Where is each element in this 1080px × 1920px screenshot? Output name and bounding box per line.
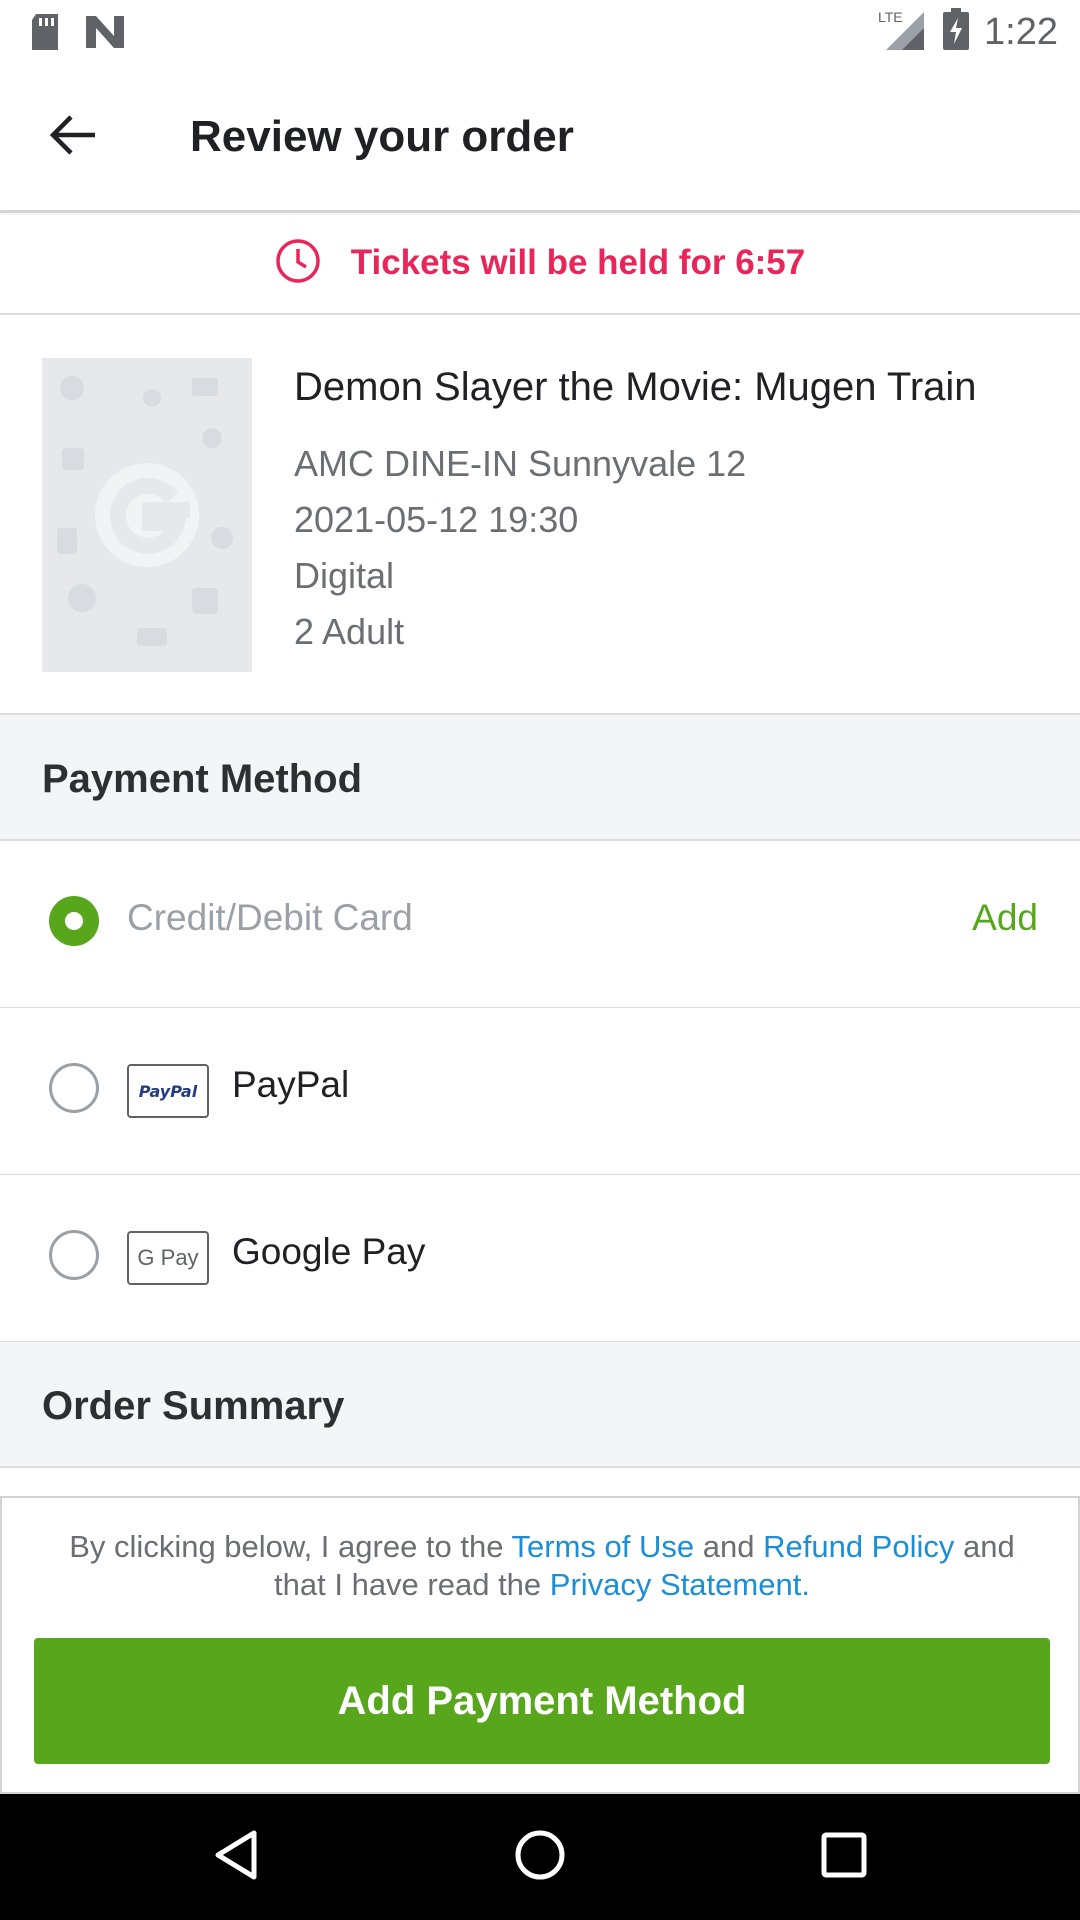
card-radio[interactable] (49, 896, 99, 946)
paypal-label: PayPal (232, 1064, 350, 1105)
battery-charging-icon (942, 8, 970, 57)
checkout-footer: By clicking below, I agree to the Terms … (0, 1496, 1080, 1794)
movie-tickets: 2 Adult (294, 611, 405, 652)
nav-back-button[interactable] (206, 1827, 266, 1887)
page-title: Review your order (190, 112, 574, 161)
hold-timer-text: Tickets will be held for 6:57 (350, 243, 806, 282)
arrow-left-icon (49, 113, 97, 162)
legal-prefix: By clicking below, I agree to the (69, 1529, 512, 1564)
back-button[interactable] (40, 104, 106, 170)
svg-text:LTE: LTE (878, 9, 903, 25)
google-pay-radio[interactable] (49, 1230, 99, 1280)
status-left (28, 12, 126, 57)
hold-banner: Tickets will be held for 6:57 (0, 213, 1080, 315)
movie-datetime: 2021-05-12 19:30 (294, 499, 579, 540)
order-summary-header: Order Summary (0, 1342, 1080, 1468)
privacy-statement-link[interactable]: Privacy Statement (550, 1567, 802, 1602)
paypal-logo: PayPal (127, 1064, 209, 1118)
nav-home-button[interactable] (510, 1827, 570, 1887)
google-pay-logo: G Pay (127, 1231, 209, 1285)
payment-option-paypal[interactable]: PayPal PayPal (0, 1008, 1080, 1176)
status-right: LTE 1:22 (878, 8, 1058, 57)
clock-icon (275, 238, 321, 289)
movie-card: Demon Slayer the Movie: Mugen Train AMC … (0, 315, 1080, 715)
legal-suffix: . (801, 1567, 810, 1602)
signal-icon: LTE (878, 8, 928, 57)
status-bar: LTE 1:22 (0, 0, 1080, 64)
app-bar: Review your order (0, 64, 1080, 213)
terms-of-use-link[interactable]: Terms of Use (512, 1529, 695, 1564)
legal-text: By clicking below, I agree to the Terms … (42, 1528, 1042, 1604)
movie-format: Digital (294, 555, 395, 596)
paypal-logo-text: PayPal (138, 1081, 198, 1101)
paypal-radio[interactable] (49, 1063, 99, 1113)
payment-option-google-pay[interactable]: G Pay Google Pay (0, 1175, 1080, 1343)
refund-policy-link[interactable]: Refund Policy (763, 1529, 954, 1564)
movie-poster (42, 358, 252, 672)
movie-title: Demon Slayer the Movie: Mugen Train (294, 365, 977, 409)
google-pay-label: Google Pay (232, 1231, 426, 1272)
movie-theater: AMC DINE-IN Sunnyvale 12 (294, 443, 747, 484)
add-card-link[interactable]: Add (972, 897, 1038, 939)
google-pay-logo-text: G Pay (137, 1245, 199, 1270)
nav-recents-button[interactable] (814, 1827, 874, 1887)
google-g-placeholder-icon (42, 376, 252, 672)
screen: LTE 1:22 Review your order Tickets will … (0, 0, 1080, 1920)
home-circle-icon (513, 1828, 567, 1887)
sd-card-icon (28, 12, 62, 57)
recents-square-icon (820, 1831, 868, 1884)
legal-and-1: and (694, 1529, 764, 1564)
navigation-bar (0, 1794, 1080, 1920)
payment-method-header: Payment Method (0, 715, 1080, 841)
payment-option-card[interactable]: Credit/Debit Card Add (0, 841, 1080, 1009)
n-logo-icon (84, 14, 126, 55)
status-time: 1:22 (984, 11, 1058, 53)
back-triangle-icon (212, 1829, 260, 1886)
add-payment-method-button[interactable]: Add Payment Method (34, 1638, 1050, 1764)
order-summary-title: Order Summary (42, 1384, 345, 1428)
payment-method-title: Payment Method (42, 757, 363, 801)
card-label: Credit/Debit Card (127, 897, 413, 938)
